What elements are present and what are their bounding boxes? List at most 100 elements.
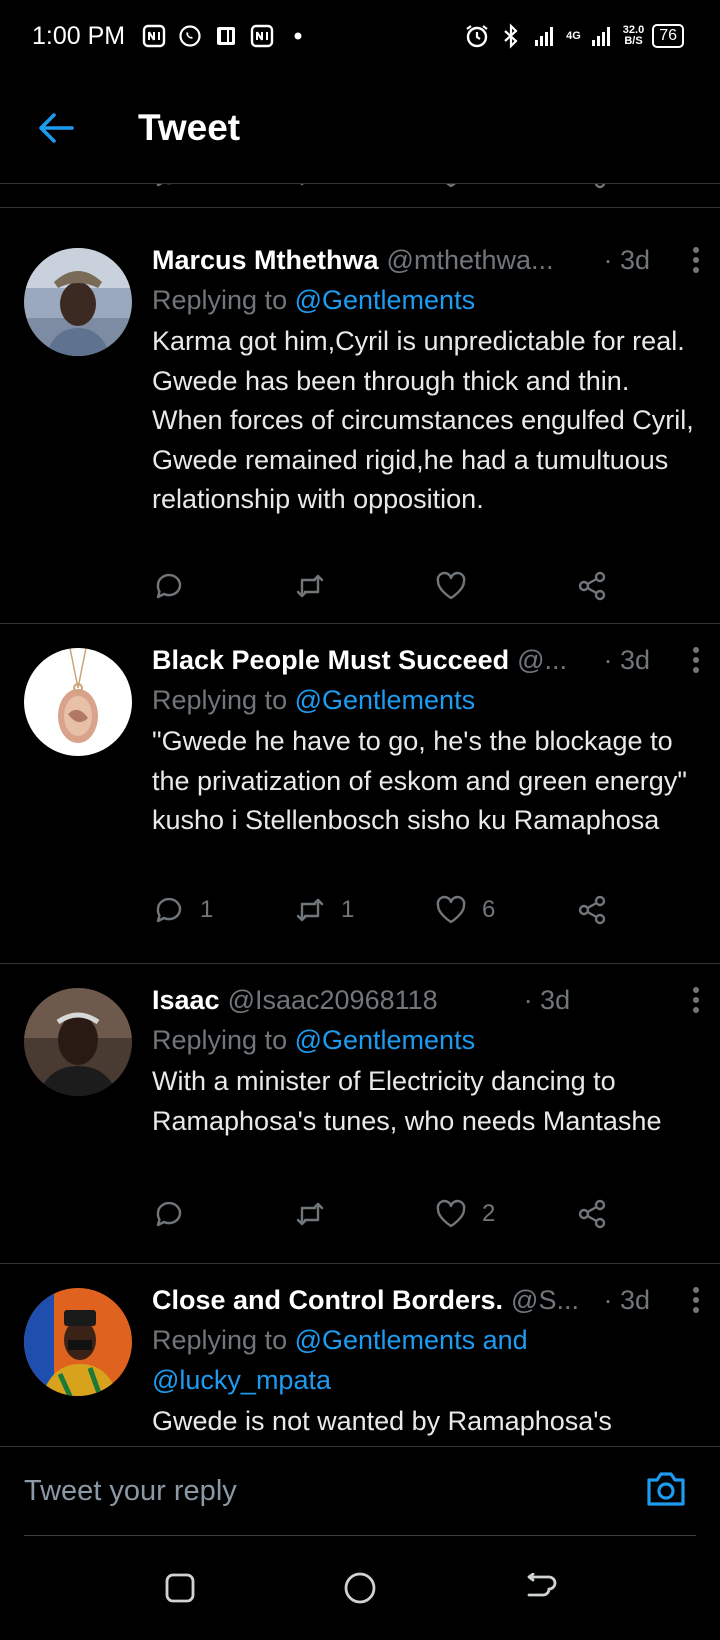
reply-composer <box>0 1446 720 1537</box>
more-icon <box>693 247 699 273</box>
signal-icon <box>532 23 558 49</box>
back-nav-button[interactable] <box>516 1564 564 1612</box>
tweet-header: Black People Must Succeed @... · 3d <box>152 640 700 680</box>
like-icon <box>436 895 466 924</box>
more-options-button[interactable] <box>660 640 700 680</box>
tweet-time: · 3d <box>523 984 571 1015</box>
share-icon <box>594 184 606 189</box>
back-button[interactable] <box>26 98 86 158</box>
like-icon <box>436 1199 466 1228</box>
replying-to-label: Replying to <box>152 685 295 715</box>
share-button[interactable] <box>575 1192 609 1236</box>
network-type: 4G <box>566 29 581 42</box>
status-time: 1:00 PM <box>32 21 126 50</box>
reply-input[interactable] <box>24 1463 644 1519</box>
page-title: Tweet <box>138 106 241 148</box>
replying-to: Replying to @Gentlements <box>152 1020 700 1060</box>
reply-count: 1 <box>200 896 214 923</box>
share-button[interactable] <box>575 564 609 608</box>
tweet-time: · 3d <box>603 244 650 275</box>
like-count: 6 <box>482 896 496 923</box>
reply-button[interactable] <box>152 1192 200 1236</box>
retweet-count: 1 <box>341 896 355 923</box>
retweet-count: 1 <box>341 184 354 188</box>
avatar[interactable] <box>24 1288 132 1396</box>
tweet-time: · 3d <box>603 1284 650 1315</box>
reply-button[interactable] <box>152 564 200 608</box>
retweet-button[interactable] <box>293 1192 341 1236</box>
replying-to: Replying to @Gentlements <box>152 280 700 320</box>
tweet-item[interactable]: Isaac @Isaac20968118 · 3d Replying to @G… <box>0 964 720 1264</box>
retweet-button[interactable] <box>293 564 341 608</box>
retweet-icon <box>296 898 324 922</box>
tweet-body: Isaac @Isaac20968118 · 3d Replying to @G… <box>152 980 700 1141</box>
replying-to: Replying to @Gentlements <box>152 680 700 720</box>
reply-count: 1 <box>200 184 213 188</box>
network-type-label: 4G <box>566 29 581 42</box>
replying-to-label: Replying to <box>152 1025 295 1055</box>
reply-button[interactable]: 1 <box>152 888 213 932</box>
system-nav-bar <box>0 1536 720 1640</box>
user-name[interactable]: Close and Control Borders. <box>152 1285 503 1316</box>
app-notification-icon <box>249 23 275 49</box>
header: Tweet <box>0 72 720 184</box>
recent-apps-button[interactable] <box>156 1564 204 1612</box>
like-button[interactable]: 6 <box>434 888 495 932</box>
tweet-text: Gwede is not wanted by Ramaphosa's <box>152 1406 612 1436</box>
previous-tweet-actions: 1 1 1 <box>0 184 720 208</box>
tweet-header: Marcus Mthethwa @mthethwa... · 3d <box>152 240 700 280</box>
tweet-text: Karma got him,Cyril is unpredictable for… <box>152 326 694 514</box>
camera-button[interactable] <box>638 1461 694 1517</box>
battery-level: 76 <box>659 27 677 44</box>
reply-icon <box>156 1201 182 1227</box>
network-speed: 32.0 B/S <box>623 25 644 47</box>
share-icon <box>578 895 606 925</box>
reply-icon <box>156 573 182 599</box>
mention-link[interactable]: @Gentlements <box>295 285 475 315</box>
user-name[interactable]: Isaac <box>152 985 220 1016</box>
tweet-body: Black People Must Succeed @... · 3d Repl… <box>152 640 700 841</box>
whatsapp-icon <box>177 23 203 49</box>
user-name[interactable]: Black People Must Succeed <box>152 645 509 676</box>
avatar[interactable] <box>24 248 132 356</box>
user-handle[interactable]: @... <box>517 645 567 676</box>
like-button[interactable] <box>434 564 482 608</box>
tweet-body: Marcus Mthethwa @mthethwa... · 3d Replyi… <box>152 240 700 520</box>
more-options-button[interactable] <box>660 240 700 280</box>
back-nav-icon <box>527 1573 557 1597</box>
reply-button[interactable]: 1 <box>152 184 213 196</box>
tweet-item[interactable]: Black People Must Succeed @... · 3d Repl… <box>0 624 720 964</box>
avatar[interactable] <box>24 988 132 1096</box>
mention-link[interactable]: @Gentlements <box>295 685 475 715</box>
tweet-time: · 3d <box>603 644 650 675</box>
tweet-actions <box>152 564 622 608</box>
more-icon <box>693 987 699 1013</box>
more-options-button[interactable] <box>660 980 700 1020</box>
tweet-actions: 1 1 6 <box>152 888 622 932</box>
tweet-item[interactable]: Marcus Mthethwa @mthethwa... · 3d Replyi… <box>0 224 720 624</box>
mention-link[interactable]: @Gentlements <box>295 1025 475 1055</box>
user-handle[interactable]: @mthethwa... <box>387 245 554 276</box>
user-handle[interactable]: @S... <box>511 1285 579 1316</box>
battery-indicator: 76 <box>652 24 684 48</box>
home-button[interactable] <box>336 1564 384 1612</box>
alarm-icon <box>464 23 490 49</box>
share-button[interactable] <box>575 184 609 196</box>
more-options-button[interactable] <box>660 1280 700 1320</box>
retweet-icon <box>296 1202 324 1226</box>
share-button[interactable] <box>575 888 609 932</box>
office-icon <box>213 23 239 49</box>
retweet-button[interactable]: 1 <box>293 888 354 932</box>
home-icon <box>344 1572 376 1604</box>
user-name[interactable]: Marcus Mthethwa <box>152 245 379 276</box>
user-handle[interactable]: @Isaac20968118 <box>228 985 438 1016</box>
back-arrow-icon <box>39 112 74 143</box>
tweet-header: Close and Control Borders. @S... · 3d <box>152 1280 700 1320</box>
reply-feed[interactable]: 1 1 1 Marcus Mthethwa <box>0 184 720 1446</box>
retweet-button[interactable]: 1 <box>293 184 354 196</box>
tweet-actions: 2 <box>152 1192 622 1236</box>
avatar[interactable] <box>24 648 132 756</box>
like-button[interactable]: 1 <box>434 184 495 196</box>
like-button[interactable]: 2 <box>434 1192 495 1236</box>
tweet-item[interactable]: Close and Control Borders. @S... · 3d Re… <box>0 1264 720 1446</box>
